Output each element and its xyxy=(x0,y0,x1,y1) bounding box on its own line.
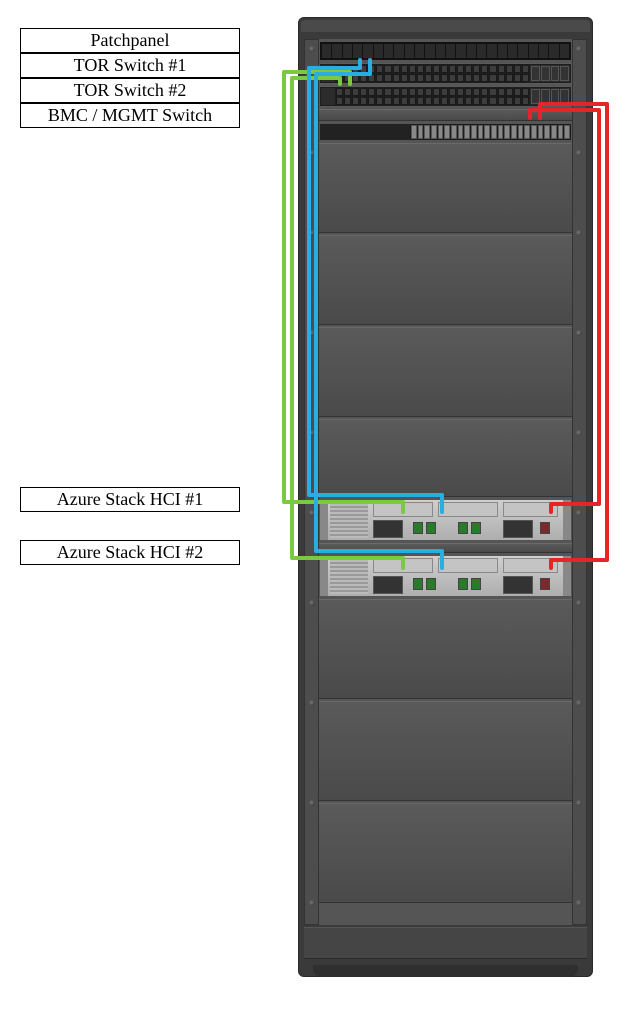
rack-top-cap xyxy=(301,20,590,32)
device-patchpanel xyxy=(319,41,572,61)
rack-interior xyxy=(319,39,572,925)
device-tor-switch-2 xyxy=(319,86,572,107)
label-azure-stack-hci-1: Azure Stack HCI #1 xyxy=(20,487,240,512)
label-patchpanel: Patchpanel xyxy=(20,28,240,53)
label-tor-switch-1: TOR Switch #1 xyxy=(20,53,240,78)
label-bmc-mgmt-switch: BMC / MGMT Switch xyxy=(20,103,240,128)
rack-rail-left xyxy=(304,39,319,925)
label-azure-stack-hci-2: Azure Stack HCI #2 xyxy=(20,540,240,565)
server-rack xyxy=(298,17,593,977)
device-azure-stack-hci-2 xyxy=(319,555,572,597)
device-tor-switch-1 xyxy=(319,63,572,84)
device-azure-stack-hci-1 xyxy=(319,499,572,541)
rack-feet xyxy=(313,965,578,977)
label-tor-switch-2: TOR Switch #2 xyxy=(20,78,240,103)
rack-bottom-plate xyxy=(304,927,587,959)
device-bmc-mgmt-switch xyxy=(319,123,572,141)
rack-rail-right xyxy=(572,39,587,925)
